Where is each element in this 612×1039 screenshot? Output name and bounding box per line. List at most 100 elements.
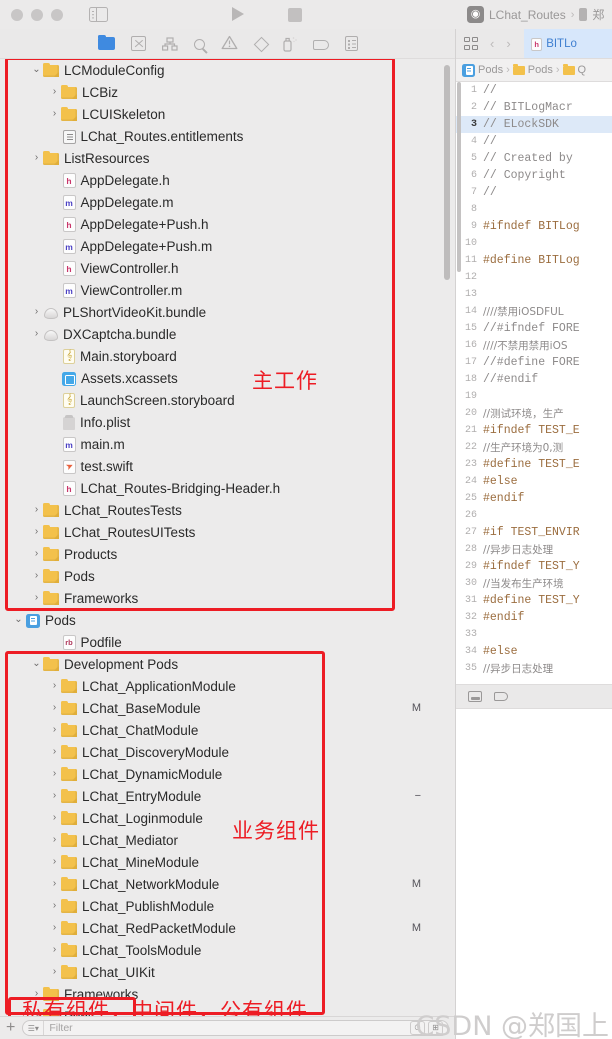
code-line[interactable]: 9 #ifndef BITLog bbox=[456, 218, 612, 235]
disclosure-closed-icon[interactable]: › bbox=[48, 857, 61, 867]
report-navigator-icon[interactable] bbox=[345, 36, 358, 51]
tree-row[interactable]: › DXCaptcha.bundle bbox=[0, 323, 455, 345]
disclosure-closed-icon[interactable]: › bbox=[48, 109, 61, 119]
tree-row[interactable]: › LChat_Mediator bbox=[0, 829, 455, 851]
editor-tab[interactable]: h BITLo bbox=[523, 29, 612, 58]
tree-row[interactable]: › LChat_NetworkModule M bbox=[0, 873, 455, 895]
tree-row[interactable]: › LChat_DiscoveryModule bbox=[0, 741, 455, 763]
disclosure-closed-icon[interactable]: › bbox=[48, 725, 61, 735]
code-line[interactable]: 27 #if TEST_ENVIR bbox=[456, 524, 612, 541]
code-line[interactable]: 19 bbox=[456, 388, 612, 405]
tree-row[interactable]: › LChat_Loginmodule bbox=[0, 807, 455, 829]
issue-navigator-icon[interactable] bbox=[221, 35, 238, 52]
code-line[interactable]: 31 #define TEST_Y bbox=[456, 592, 612, 609]
tree-row[interactable]: › LChat_UIKit bbox=[0, 961, 455, 983]
tree-row[interactable]: m AppDelegate.m bbox=[0, 191, 455, 213]
tree-row[interactable]: Assets.xcassets bbox=[0, 367, 455, 389]
code-line[interactable]: 13 bbox=[456, 286, 612, 303]
tree-row[interactable]: ⌄ Development Pods bbox=[0, 653, 455, 675]
code-line[interactable]: 8 bbox=[456, 201, 612, 218]
code-line[interactable]: 3// ELockSDK bbox=[456, 116, 612, 133]
project-navigator-icon[interactable] bbox=[98, 34, 115, 50]
zoom-button[interactable] bbox=[51, 8, 63, 21]
disclosure-closed-icon[interactable]: › bbox=[48, 791, 61, 801]
disclosure-closed-icon[interactable]: › bbox=[30, 505, 43, 515]
tree-row[interactable]: › LChat_RedPacketModule M bbox=[0, 917, 455, 939]
disclosure-closed-icon[interactable]: › bbox=[48, 901, 61, 911]
minimize-button[interactable] bbox=[31, 8, 43, 21]
code-line[interactable]: 18 //#endif bbox=[456, 371, 612, 388]
breadcrumb-item-2[interactable]: Q bbox=[578, 64, 587, 76]
breakpoint-navigator-icon[interactable] bbox=[313, 40, 329, 50]
disclosure-closed-icon[interactable]: › bbox=[48, 879, 61, 889]
disclosure-closed-icon[interactable]: › bbox=[48, 967, 61, 977]
disclosure-closed-icon[interactable]: › bbox=[30, 571, 43, 581]
disclosure-closed-icon[interactable]: › bbox=[30, 307, 43, 317]
tree-row[interactable]: › PLShortVideoKit.bundle bbox=[0, 301, 455, 323]
tree-row[interactable]: test.swift bbox=[0, 455, 455, 477]
tag-icon[interactable] bbox=[494, 692, 508, 701]
tree-row[interactable]: › LChat_ApplicationModule bbox=[0, 675, 455, 697]
disclosure-closed-icon[interactable]: › bbox=[48, 923, 61, 933]
code-line[interactable]: 21 #ifndef TEST_E bbox=[456, 422, 612, 439]
tree-row[interactable]: › ListResources bbox=[0, 147, 455, 169]
code-line[interactable]: 17 //#define FORE bbox=[456, 354, 612, 371]
file-tree[interactable]: ⌄ LCModuleConfig › LCBiz › LCUISkeleton LChat_… bbox=[0, 59, 455, 1016]
code-line[interactable]: 35 //异步日志处理 bbox=[456, 660, 612, 677]
navigator-scrollbar[interactable] bbox=[444, 65, 450, 280]
code-line[interactable]: 15 //#ifndef FORE bbox=[456, 320, 612, 337]
go-back-button[interactable]: ‹ bbox=[490, 36, 494, 51]
code-line[interactable]: 20 //测试环境，生产 bbox=[456, 405, 612, 422]
tree-row[interactable]: › LChat_ChatModule bbox=[0, 719, 455, 741]
disclosure-closed-icon[interactable]: › bbox=[30, 527, 43, 537]
disclosure-closed-icon[interactable]: › bbox=[48, 87, 61, 97]
add-file-button[interactable]: + bbox=[6, 1020, 15, 1036]
console-toggle-icon[interactable] bbox=[468, 691, 482, 702]
tree-row[interactable]: › LChat_RoutesUITests bbox=[0, 521, 455, 543]
go-forward-button[interactable]: › bbox=[506, 36, 510, 51]
tree-row[interactable]: › Frameworks bbox=[0, 587, 455, 609]
code-line[interactable]: 29 #ifndef TEST_Y bbox=[456, 558, 612, 575]
disclosure-closed-icon[interactable]: › bbox=[48, 681, 61, 691]
test-navigator-icon[interactable] bbox=[253, 36, 270, 53]
debug-navigator-icon[interactable] bbox=[283, 36, 297, 52]
tree-row[interactable]: m ViewController.m bbox=[0, 279, 455, 301]
find-navigator-icon[interactable] bbox=[194, 38, 205, 50]
code-line[interactable]: 25 #endif bbox=[456, 490, 612, 507]
code-line[interactable]: 32 #endif bbox=[456, 609, 612, 626]
filter-input[interactable]: ☰▾ Filter ⏱ ⊞ bbox=[22, 1020, 449, 1036]
code-line[interactable]: 16 ////不禁用禁用iOS bbox=[456, 337, 612, 354]
symbol-navigator-icon[interactable] bbox=[162, 36, 178, 51]
device-name[interactable]: 郑 bbox=[592, 6, 604, 23]
disclosure-closed-icon[interactable]: › bbox=[30, 153, 43, 163]
code-line[interactable]: 11 #define BITLog bbox=[456, 252, 612, 269]
tree-row[interactable]: m main.m bbox=[0, 433, 455, 455]
tree-row[interactable]: rb Podfile bbox=[0, 631, 455, 653]
source-control-navigator-icon[interactable] bbox=[131, 36, 146, 51]
tree-row[interactable]: › Products bbox=[0, 543, 455, 565]
sidebar-toggle-icon[interactable] bbox=[89, 7, 108, 22]
disclosure-closed-icon[interactable]: › bbox=[48, 769, 61, 779]
tree-row[interactable]: h ViewController.h bbox=[0, 257, 455, 279]
code-line[interactable]: 2// BITLogMacr bbox=[456, 99, 612, 116]
code-line[interactable]: 23 #define TEST_E bbox=[456, 456, 612, 473]
breadcrumb-item-0[interactable]: Pods bbox=[478, 64, 503, 76]
scheme-name[interactable]: LChat_Routes bbox=[489, 8, 566, 22]
filter-options-icon[interactable]: ☰▾ bbox=[23, 1021, 45, 1035]
code-line[interactable]: 24 #else bbox=[456, 473, 612, 490]
code-line[interactable]: 12 bbox=[456, 269, 612, 286]
editor-scrollbar[interactable] bbox=[457, 82, 461, 272]
disclosure-open-icon[interactable]: ⌄ bbox=[30, 65, 43, 75]
code-line[interactable]: 33 bbox=[456, 626, 612, 643]
disclosure-closed-icon[interactable]: › bbox=[48, 945, 61, 955]
code-line[interactable]: 7// bbox=[456, 184, 612, 201]
tree-row[interactable]: h AppDelegate.h bbox=[0, 169, 455, 191]
breadcrumb-item-1[interactable]: Pods bbox=[528, 64, 553, 76]
disclosure-closed-icon[interactable]: › bbox=[48, 813, 61, 823]
tree-row[interactable]: h LChat_Routes-Bridging-Header.h bbox=[0, 477, 455, 499]
tree-row[interactable]: › LChat_EntryModule − bbox=[0, 785, 455, 807]
window-traffic-lights[interactable] bbox=[11, 8, 63, 21]
code-line[interactable]: 30 //当发布生产环境 bbox=[456, 575, 612, 592]
disclosure-open-icon[interactable]: ⌄ bbox=[30, 659, 43, 669]
code-line[interactable]: 10 bbox=[456, 235, 612, 252]
